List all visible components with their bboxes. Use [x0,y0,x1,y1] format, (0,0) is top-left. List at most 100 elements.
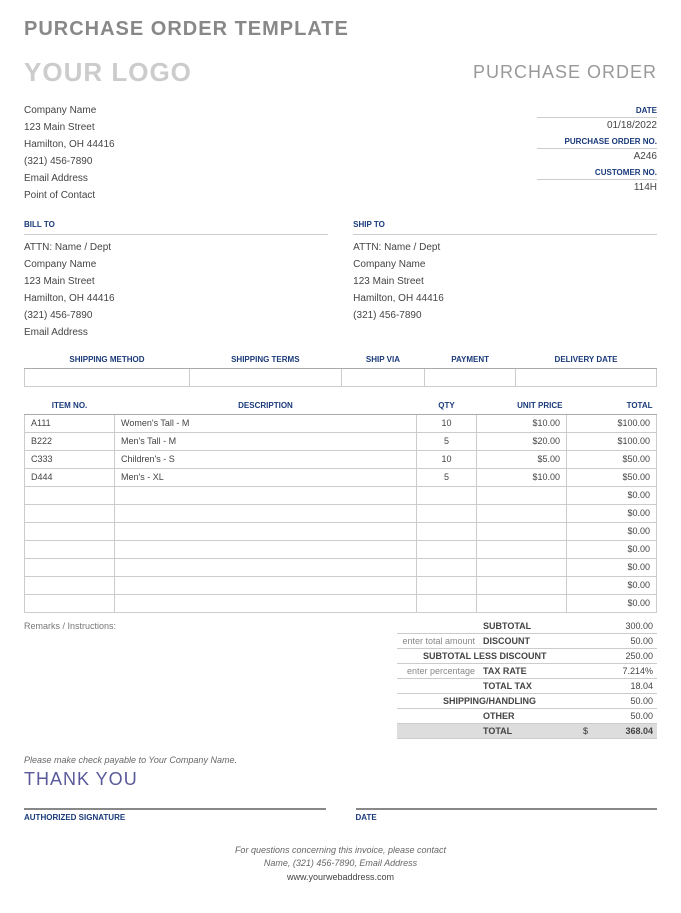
company-street: 123 Main Street [24,119,115,136]
authorized-signature-label: AUTHORIZED SIGNATURE [24,808,326,822]
other-label: OTHER [483,711,583,721]
item-qty-cell[interactable] [417,576,477,594]
po-no-value: A246 [537,149,657,164]
bill-attn: ATTN: Name / Dept [24,239,328,256]
total-tax-label: TOTAL TAX [483,681,583,691]
item-qty-cell[interactable] [417,558,477,576]
bill-to-block: BILL TO ATTN: Name / Dept Company Name 1… [24,218,328,341]
tax-note: enter percentage [401,666,483,676]
item-desc-cell[interactable] [115,504,417,522]
ship-city: Hamilton, OH 44416 [353,290,657,307]
item-price-cell[interactable]: $10.00 [477,468,567,486]
item-no-cell[interactable] [25,504,115,522]
item-price-cell[interactable]: $5.00 [477,450,567,468]
total-header: TOTAL [567,397,657,415]
item-no-cell[interactable] [25,594,115,612]
address-row: BILL TO ATTN: Name / Dept Company Name 1… [24,218,657,341]
item-row: $0.00 [25,594,657,612]
signature-block: AUTHORIZED SIGNATURE [24,808,326,822]
item-no-cell[interactable]: D444 [25,468,115,486]
item-desc-cell[interactable] [115,594,417,612]
item-no-cell[interactable] [25,558,115,576]
item-total-cell: $50.00 [567,450,657,468]
ship-via-cell[interactable] [341,368,425,386]
item-row: $0.00 [25,576,657,594]
item-total-cell: $0.00 [567,522,657,540]
item-no-cell[interactable]: A111 [25,414,115,432]
item-price-cell[interactable] [477,594,567,612]
item-no-cell[interactable] [25,540,115,558]
item-no-cell[interactable]: C333 [25,450,115,468]
item-qty-cell[interactable]: 10 [417,414,477,432]
item-qty-cell[interactable] [417,486,477,504]
item-total-cell: $0.00 [567,594,657,612]
item-total-cell: $0.00 [567,558,657,576]
item-desc-cell[interactable] [115,540,417,558]
date-label: DATE [537,104,657,118]
ship-attn: ATTN: Name / Dept [353,239,657,256]
item-row: A111Women's Tall - M10$10.00$100.00 [25,414,657,432]
item-desc-cell[interactable] [115,558,417,576]
item-price-cell[interactable] [477,522,567,540]
totals-block: SUBTOTAL300.00 enter total amountDISCOUN… [397,619,657,739]
ship-company: Company Name [353,256,657,273]
ship-phone: (321) 456-7890 [353,307,657,324]
item-row: $0.00 [25,504,657,522]
subtotal-label: SUBTOTAL [483,621,583,631]
item-price-cell[interactable] [477,486,567,504]
bill-email: Email Address [24,324,328,341]
header-row: YOUR LOGO PURCHASE ORDER [24,57,657,88]
ship-terms-cell[interactable] [189,368,341,386]
discount-value: 50.00 [583,636,653,646]
signature-date-label: DATE [356,808,658,822]
item-no-cell[interactable] [25,576,115,594]
ship-terms-header: SHIPPING TERMS [189,351,341,369]
bill-street: 123 Main Street [24,273,328,290]
po-no-label: PURCHASE ORDER NO. [537,135,657,149]
item-desc-cell[interactable]: Men's Tall - M [115,432,417,450]
item-price-cell[interactable] [477,540,567,558]
shipping-value: 50.00 [583,696,653,706]
bill-city: Hamilton, OH 44416 [24,290,328,307]
info-row: Company Name 123 Main Street Hamilton, O… [24,102,657,204]
item-desc-cell[interactable] [115,522,417,540]
item-price-cell[interactable] [477,504,567,522]
item-price-cell[interactable]: $20.00 [477,432,567,450]
item-price-cell[interactable] [477,576,567,594]
item-no-cell[interactable] [25,486,115,504]
item-qty-cell[interactable]: 5 [417,432,477,450]
discount-label: DISCOUNT [483,636,583,646]
other-value: 50.00 [583,711,653,721]
bill-phone: (321) 456-7890 [24,307,328,324]
delivery-cell[interactable] [516,368,657,386]
item-no-cell[interactable] [25,522,115,540]
item-desc-cell[interactable]: Children's - S [115,450,417,468]
item-qty-cell[interactable]: 10 [417,450,477,468]
item-qty-cell[interactable] [417,594,477,612]
item-desc-cell[interactable] [115,576,417,594]
purchase-order-label: PURCHASE ORDER [473,62,657,83]
item-total-cell: $100.00 [567,414,657,432]
item-qty-cell[interactable] [417,504,477,522]
item-qty-cell[interactable]: 5 [417,468,477,486]
signature-row: AUTHORIZED SIGNATURE DATE [24,808,657,822]
item-total-cell: $0.00 [567,576,657,594]
item-no-cell[interactable]: B222 [25,432,115,450]
ship-via-header: SHIP VIA [341,351,425,369]
item-row: $0.00 [25,558,657,576]
footer-line1: For questions concerning this invoice, p… [24,844,657,858]
company-city: Hamilton, OH 44416 [24,136,115,153]
remarks-label: Remarks / Instructions: [24,619,397,739]
total-label: TOTAL [483,726,583,736]
item-desc-cell[interactable] [115,486,417,504]
item-desc-cell[interactable]: Men's - XL [115,468,417,486]
item-qty-cell[interactable] [417,522,477,540]
item-price-cell[interactable]: $10.00 [477,414,567,432]
payment-cell[interactable] [425,368,516,386]
item-desc-cell[interactable]: Women's Tall - M [115,414,417,432]
footer: For questions concerning this invoice, p… [24,844,657,885]
ship-method-cell[interactable] [25,368,190,386]
company-email: Email Address [24,170,115,187]
item-qty-cell[interactable] [417,540,477,558]
item-price-cell[interactable] [477,558,567,576]
